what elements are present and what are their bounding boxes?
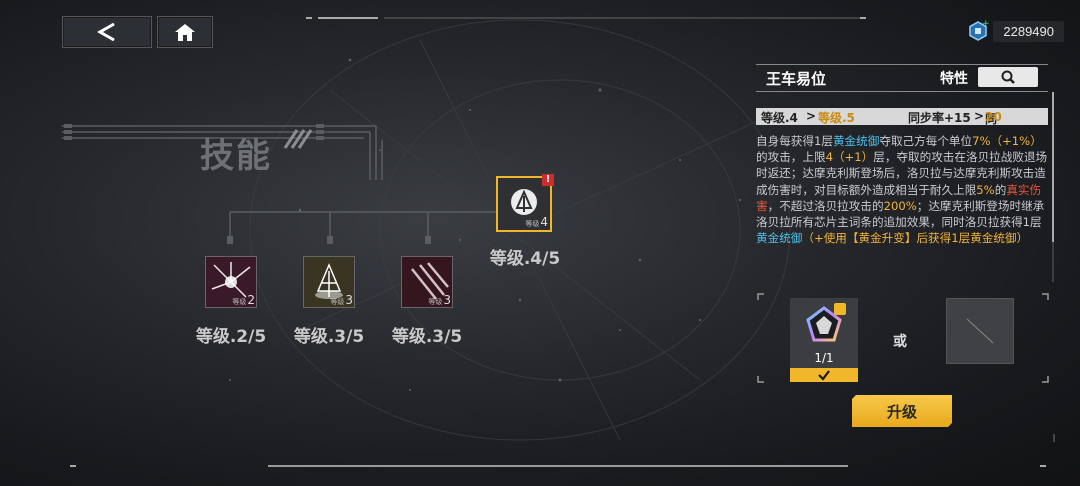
core-chip-icon	[806, 303, 846, 342]
skill-level-badge: 等级3	[428, 293, 451, 307]
panel-header: 王车易位 特性	[756, 64, 1048, 92]
section-title: 技能	[200, 136, 272, 176]
skill-slot-1[interactable]: 等级2	[205, 256, 257, 308]
level-from: 等级.4	[761, 111, 798, 125]
home-icon	[175, 24, 195, 41]
top-divider	[316, 18, 876, 21]
skill-slot-4-selected[interactable]: 等级4 !	[496, 174, 554, 232]
level-arrow: >	[806, 109, 817, 123]
sync-from: 同步率+15	[908, 111, 971, 125]
material-count: 1/1	[814, 351, 834, 365]
skill-slot-2[interactable]: 等级3	[303, 256, 355, 308]
skill-level-badge: 等级4	[525, 215, 548, 229]
skill-level-badge: 等级3	[330, 293, 353, 307]
skill-caption-3: 等级.3/5	[391, 327, 463, 347]
checkmark-icon	[818, 370, 830, 381]
upgrade-button[interactable]: 升级	[852, 395, 952, 427]
skill-slot-3[interactable]: 等级3	[401, 256, 453, 308]
skill-caption-2: 等级.3/5	[293, 327, 365, 347]
skill-level-badge: 等级2	[232, 293, 255, 307]
level-to: 等级.5	[818, 111, 855, 125]
trait-label: 特性	[940, 71, 968, 87]
chevron-left-icon	[96, 22, 115, 42]
alternative-material-slot[interactable]	[946, 298, 1014, 364]
currency-display[interactable]: + 2289490	[967, 18, 1064, 44]
skill-description: 自身每获得1层黄金统御夺取己方每个单位7%（+1%）的攻击，上限4（+1）层，夺…	[756, 134, 1048, 246]
blank-material-icon	[966, 318, 994, 344]
sync-arrow: >	[974, 109, 985, 123]
bottom-divider	[268, 465, 848, 467]
currency-value: 2289490	[993, 20, 1064, 42]
search-icon	[1001, 70, 1015, 84]
trait-search-button[interactable]	[978, 67, 1038, 87]
skill-name: 王车易位	[766, 70, 827, 88]
alert-badge: !	[542, 174, 554, 186]
svg-text:+: +	[982, 20, 989, 29]
material-sufficient-bar	[790, 368, 858, 382]
skill-caption-1: 等级.2/5	[195, 327, 267, 347]
game-screen: + 2289490 技能 等级2 等级.2/5 等级3 等级.3/5 等级3 等…	[0, 0, 1080, 486]
chip-currency-icon: +	[969, 20, 989, 41]
level-progress-bar: 等级.4 > 等级.5 同步率+15 > 同步率+ 20	[756, 108, 1048, 175]
scrollbar-thumb[interactable]	[1052, 92, 1054, 242]
skill-caption-4: 等级.4/5	[489, 249, 561, 269]
or-label: 或	[893, 334, 907, 350]
home-button[interactable]	[157, 16, 213, 48]
back-button[interactable]	[62, 16, 152, 48]
